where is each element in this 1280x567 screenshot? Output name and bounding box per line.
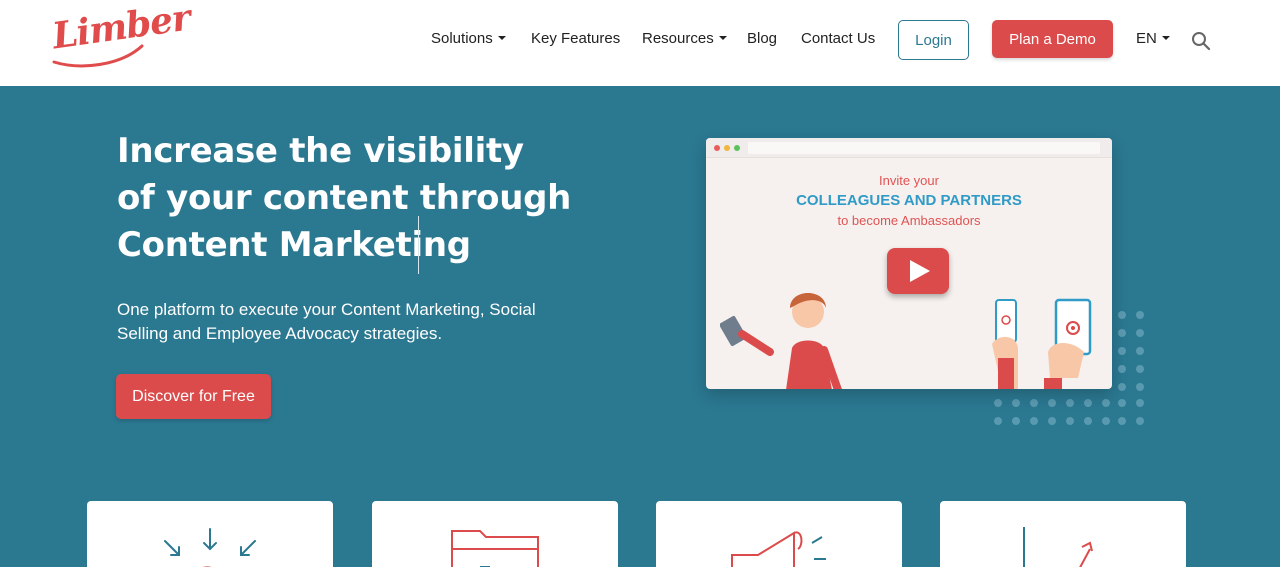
search-icon[interactable] <box>1190 30 1212 52</box>
caret-down-icon <box>718 36 727 41</box>
nav-solutions[interactable]: Solutions <box>431 30 506 47</box>
calendar-icon <box>451 530 539 567</box>
video-url-bar <box>748 142 1100 154</box>
hero-title: Increase the visibility of your content … <box>117 128 637 269</box>
nav-label: Resources <box>642 30 714 47</box>
hero-title-line: Content Marketing <box>117 225 471 265</box>
hero-subtitle: One platform to execute your Content Mar… <box>117 300 536 343</box>
woman-illustration <box>720 293 842 389</box>
feature-card[interactable] <box>656 501 902 567</box>
login-button[interactable]: Login <box>898 20 969 60</box>
text-caret <box>418 216 419 274</box>
growth-chart-icon <box>1023 527 1093 567</box>
nav-label: Contact Us <box>801 30 876 47</box>
site-header: Limber Solutions Key Features Resources … <box>0 0 1280 86</box>
nav-blog[interactable]: Blog <box>747 30 777 47</box>
nav-resources[interactable]: Resources <box>642 30 727 47</box>
nav-label: Key Features <box>531 30 621 47</box>
nav-contact-us[interactable]: Contact Us <box>801 30 875 47</box>
hero-title-line: of your content through <box>117 178 572 218</box>
window-dot <box>734 145 740 151</box>
video-browser-bar <box>706 138 1112 158</box>
plan-demo-button[interactable]: Plan a Demo <box>992 20 1113 58</box>
nav-label: Solutions <box>431 30 493 47</box>
video-line3: to become Ambassadors <box>837 213 981 228</box>
feature-card[interactable] <box>87 501 333 567</box>
language-selector[interactable]: EN <box>1136 30 1170 47</box>
megaphone-icon <box>731 531 826 567</box>
feature-card[interactable] <box>372 501 618 567</box>
window-dot <box>714 145 720 151</box>
logo-swoosh-icon <box>52 44 144 68</box>
play-button[interactable] <box>887 248 949 294</box>
nav-label: Blog <box>747 30 778 47</box>
discover-free-button[interactable]: Discover for Free <box>116 374 271 419</box>
download-cloud-icon <box>164 528 256 567</box>
video-line1: Invite your <box>879 173 939 188</box>
nav-key-features[interactable]: Key Features <box>531 30 620 47</box>
video-line2: COLLEAGUES AND PARTNERS <box>796 192 1022 209</box>
window-dot <box>724 145 730 151</box>
phones-illustration <box>992 298 1092 389</box>
feature-card[interactable] <box>940 501 1186 567</box>
caret-down-icon <box>497 36 506 41</box>
hero-title-line: Increase the visibility <box>117 131 524 171</box>
language-label: EN <box>1136 30 1157 47</box>
promo-video[interactable]: Invite your COLLEAGUES AND PARTNERS to b… <box>706 138 1112 389</box>
caret-down-icon <box>1161 36 1170 41</box>
